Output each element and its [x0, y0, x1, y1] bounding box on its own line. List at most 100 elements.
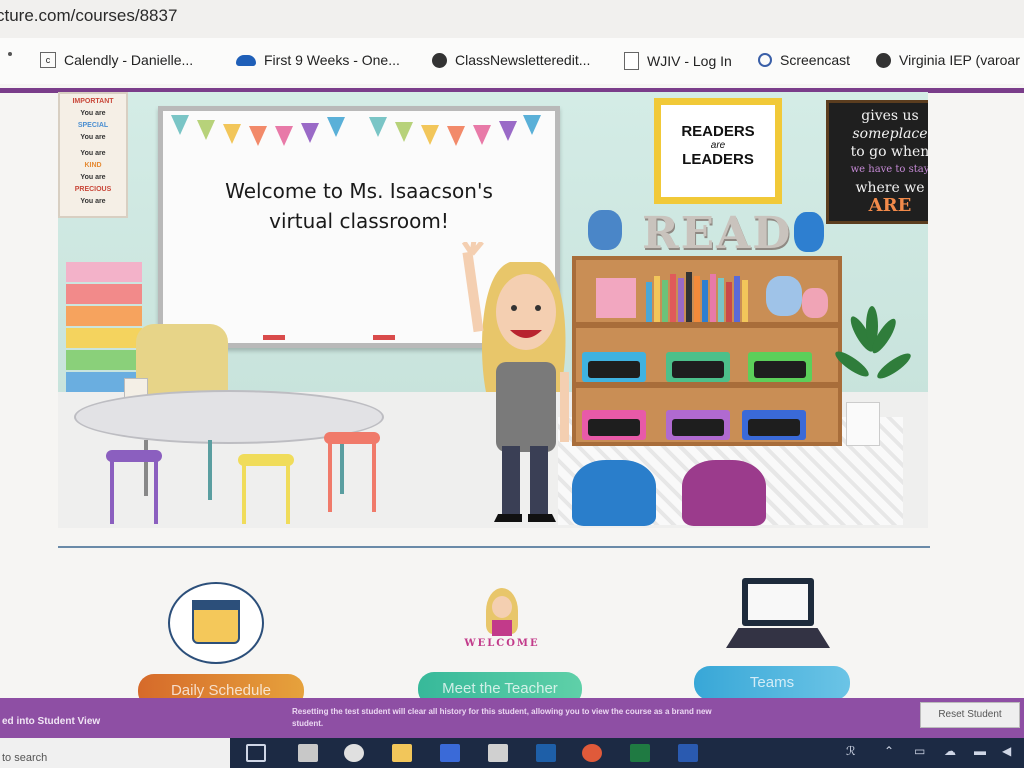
bookmark-icon [8, 52, 12, 56]
globe-icon [876, 52, 891, 68]
bookmark-screencast[interactable]: Screencast [758, 52, 850, 68]
bookmarks-bar: c Calendly - Danielle... First 9 Weeks -… [0, 38, 1024, 85]
stool-leg [110, 458, 114, 524]
bookmark-overflow[interactable] [8, 52, 12, 56]
drawer [66, 306, 142, 326]
stool-leg [286, 462, 290, 524]
globe-icon [432, 52, 447, 68]
purple-beanbag [682, 460, 766, 526]
drawer [66, 350, 142, 370]
screencast-icon [758, 53, 772, 67]
table-leg [144, 440, 148, 496]
teams-button[interactable]: Teams [694, 666, 850, 700]
reading-quote-chalkboard: gives us someplace to go when we have to… [826, 100, 928, 224]
stool-leg [328, 440, 332, 512]
bookmark-label: WJIV - Log In [647, 53, 732, 69]
bunting-flag [395, 122, 413, 142]
welcome-caption: WELCOME [464, 638, 540, 649]
mail-icon[interactable] [440, 744, 460, 762]
plant-pot [846, 402, 880, 446]
bunting-flag [369, 117, 387, 137]
bunting-flag [523, 115, 541, 135]
chalk-line: someplace [852, 126, 928, 142]
chevron-up-icon[interactable]: ⌃ [884, 744, 894, 758]
marker-icon [373, 335, 395, 340]
cloud-icon[interactable]: ☁ [944, 744, 956, 758]
bookmark-class-newsletter[interactable]: ClassNewsletteredit... [432, 52, 590, 68]
drawer [66, 284, 142, 304]
bunting-flag [171, 115, 189, 135]
bunting-flag [473, 125, 491, 145]
bookmark-label: Virginia IEP (varoar [899, 52, 1020, 68]
book-bin [742, 410, 806, 440]
plant-leaf [874, 349, 914, 383]
student-view-label: ed into Student View [2, 716, 101, 727]
poster-line: You are [80, 150, 106, 157]
bunting-flag [249, 126, 267, 146]
section-divider [58, 546, 930, 548]
stool-leg [154, 458, 158, 524]
bookmark-calendly[interactable]: c Calendly - Danielle... [40, 52, 193, 68]
pink-book-box [596, 278, 636, 318]
readers-are-leaders-sign: READERS are LEADERS [654, 98, 782, 204]
drawer [66, 328, 142, 348]
network-icon[interactable]: ▭ [914, 744, 925, 758]
bookmark-virginia-iep[interactable]: Virginia IEP (varoar [876, 52, 1020, 68]
book-bin [666, 410, 730, 440]
volume-icon[interactable]: ◀ [1002, 744, 1011, 758]
chrome-icon[interactable] [582, 744, 602, 762]
welcome-line-2: virtual classroom! [269, 209, 449, 233]
calendar-icon[interactable] [168, 582, 264, 664]
drawer [66, 262, 142, 282]
sign-line: are [710, 140, 726, 151]
poster-line: KIND [84, 162, 102, 169]
welcome-bitmoji-icon[interactable]: WELCOME [456, 580, 548, 662]
bunting-flag [421, 125, 439, 145]
poster-line: You are [80, 134, 106, 141]
bunting-flag [301, 123, 319, 143]
marker-icon [263, 335, 285, 340]
chalk-line: to go when [850, 144, 928, 160]
chalk-line: ARE [868, 195, 912, 216]
bunting-flag [197, 120, 215, 140]
file-explorer-icon[interactable] [392, 744, 412, 762]
teams-label: Teams [749, 674, 795, 691]
poster-line: You are [80, 110, 106, 117]
taskbar-search-placeholder: to search [2, 752, 48, 764]
bunting-flag [223, 124, 241, 144]
reset-student-button[interactable]: Reset Student [920, 702, 1020, 728]
people-icon[interactable]: ℛ [846, 744, 856, 758]
poster-line: You are [80, 198, 106, 205]
reset-student-note: Resetting the test student will clear al… [292, 707, 712, 728]
bookmark-first-9-weeks[interactable]: First 9 Weeks - One... [236, 52, 400, 68]
excel-icon[interactable] [630, 744, 650, 762]
shelf [576, 322, 838, 328]
plush-pig-icon [802, 288, 828, 318]
onedrive-cloud-icon [236, 54, 256, 66]
battery-icon[interactable]: ▬ [974, 744, 986, 758]
camera-icon[interactable] [344, 744, 364, 762]
app-icon[interactable] [488, 744, 508, 762]
bookmark-wjiv[interactable]: WJIV - Log In [624, 52, 732, 70]
calendly-icon: c [40, 52, 56, 68]
bookmark-label: Screencast [780, 52, 851, 68]
bunting-flag [447, 126, 465, 146]
book-row [646, 270, 756, 322]
sign-line: READERS [681, 123, 755, 140]
bunting-flag [327, 117, 345, 137]
book-bin [748, 352, 812, 382]
poster-line: SPECIAL [77, 122, 109, 129]
sign-line: LEADERS [682, 151, 754, 168]
laptop-icon[interactable] [726, 576, 830, 656]
word-icon[interactable] [678, 744, 698, 762]
edge-icon[interactable] [536, 744, 556, 762]
address-bar[interactable]: cture.com/courses/8837 [0, 0, 1024, 39]
meet-the-teacher-label: Meet the Teacher [442, 680, 558, 697]
task-view-icon[interactable] [246, 744, 266, 762]
book-bin [666, 352, 730, 382]
shelf [576, 382, 838, 388]
poster-line: You are [80, 174, 106, 181]
bookmark-label: ClassNewsletteredit... [455, 52, 591, 68]
store-icon[interactable] [298, 744, 318, 762]
url-text[interactable]: cture.com/courses/8837 [0, 6, 177, 26]
